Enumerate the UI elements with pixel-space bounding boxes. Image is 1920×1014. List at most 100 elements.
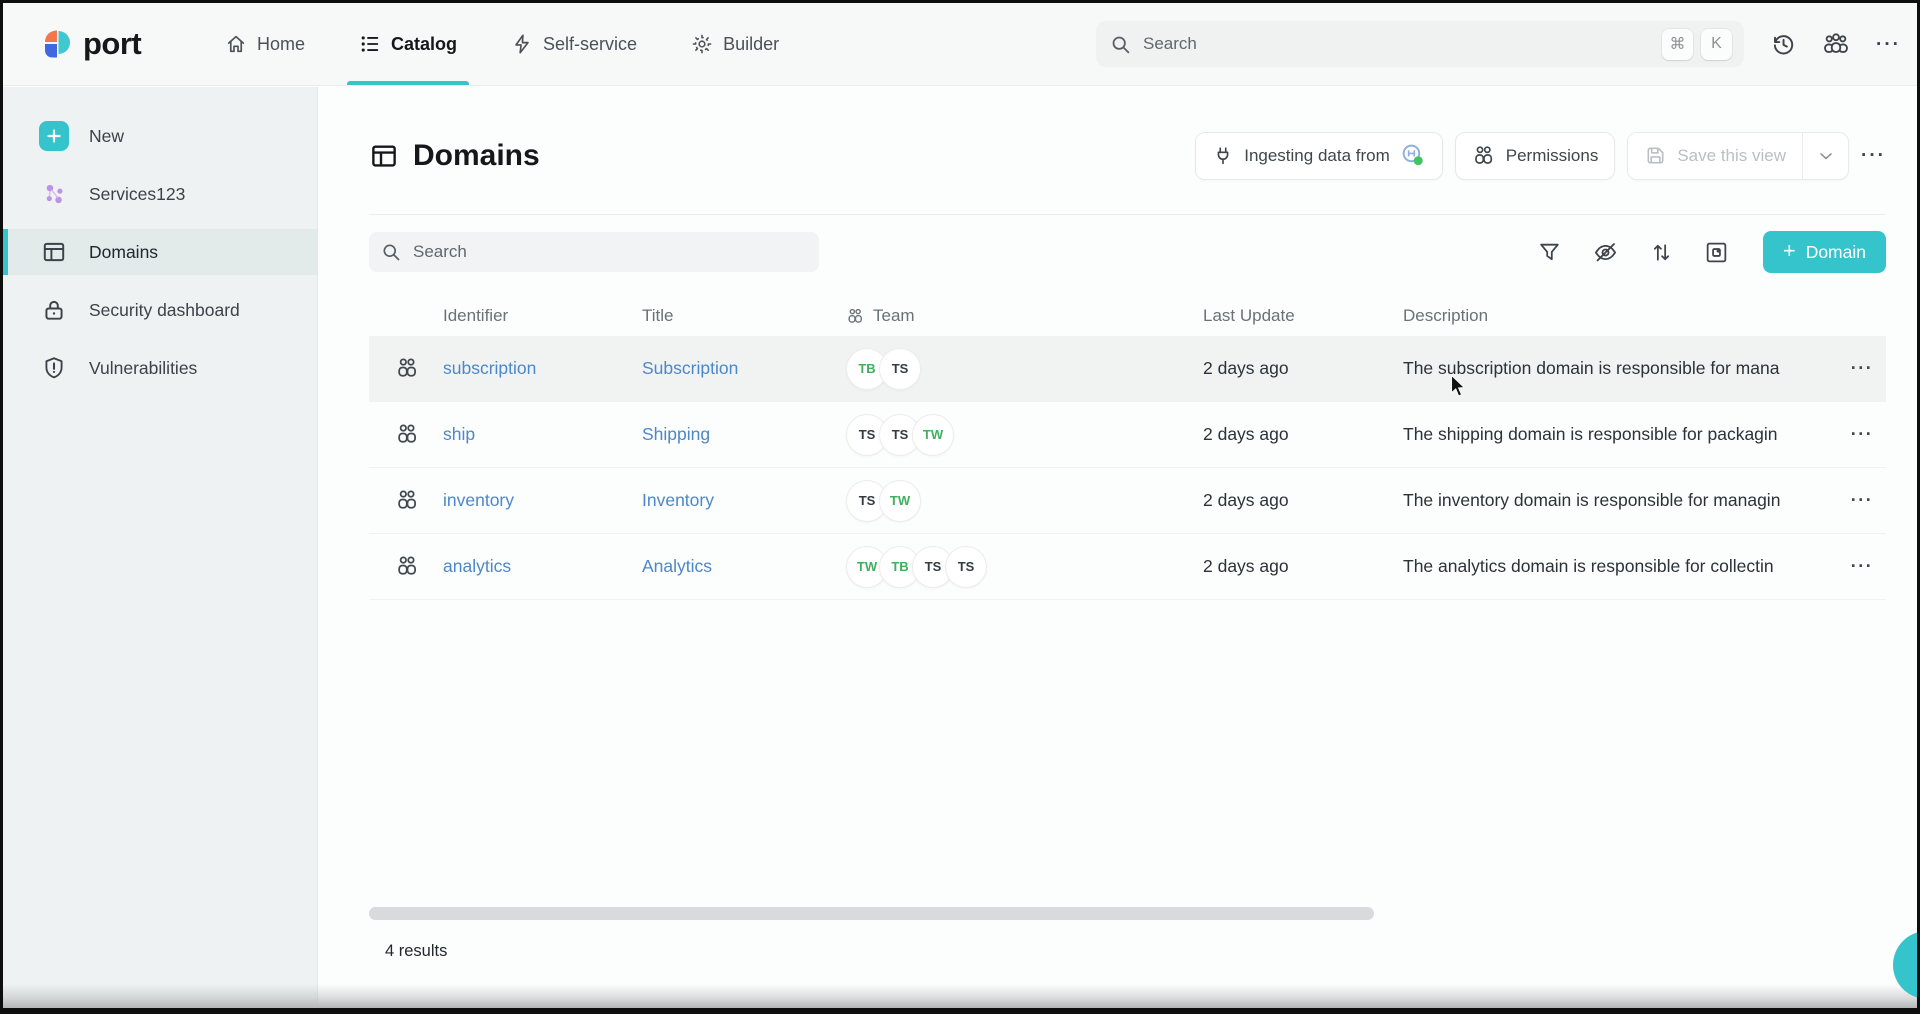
team-icon	[1822, 30, 1850, 58]
cmd-key: ⌘	[1662, 29, 1693, 60]
home-icon	[225, 33, 247, 55]
sidebar-item-label: Domains	[89, 242, 158, 263]
sidebar-item-security-dashboard[interactable]: Security dashboard	[3, 287, 317, 333]
users-icon	[846, 307, 865, 326]
team-avatars: TB TS	[846, 348, 1203, 390]
global-search-input[interactable]	[1141, 33, 1652, 55]
save-view-label: Save this view	[1677, 146, 1786, 166]
column-last-update[interactable]: Last Update	[1203, 306, 1403, 326]
global-search[interactable]: ⌘ K	[1096, 21, 1744, 67]
ingesting-data-label: Ingesting data from	[1244, 146, 1390, 166]
identifier-link[interactable]: ship	[443, 424, 642, 445]
table-row[interactable]: analytics Analytics TW TB TS TS 2 days a…	[369, 534, 1886, 600]
save-icon	[1644, 144, 1667, 167]
column-team[interactable]: Team	[846, 306, 1203, 326]
filter-button[interactable]	[1537, 240, 1562, 265]
users-icon	[1472, 144, 1496, 168]
save-view-dropdown[interactable]	[1802, 133, 1848, 179]
table-row[interactable]: ship Shipping TS TS TW 2 days ago The sh…	[369, 402, 1886, 468]
nav-catalog[interactable]: Catalog	[359, 3, 457, 85]
hide-columns-button[interactable]	[1592, 239, 1619, 266]
description-cell: The subscription domain is responsible f…	[1403, 358, 1838, 379]
top-more-button[interactable]: ···	[1876, 35, 1901, 54]
description-cell: The inventory domain is responsible for …	[1403, 490, 1838, 511]
plus-icon	[39, 121, 69, 151]
title-link[interactable]: Shipping	[642, 424, 846, 445]
permissions-button[interactable]: Permissions	[1455, 132, 1616, 180]
port-logo-text: port	[83, 26, 141, 62]
title-link[interactable]: Analytics	[642, 556, 846, 577]
team-chip: TS	[945, 546, 987, 588]
k-key: K	[1701, 29, 1732, 60]
title-link[interactable]: Subscription	[642, 358, 846, 379]
table-row[interactable]: subscription Subscription TB TS 2 days a…	[369, 336, 1886, 402]
row-more-button[interactable]: ···	[1851, 556, 1873, 577]
row-more-button[interactable]: ···	[1851, 424, 1873, 445]
sidebar-item-vulnerabilities[interactable]: Vulnerabilities	[3, 345, 317, 391]
group-by-icon	[1704, 240, 1729, 265]
last-update-cell: 2 days ago	[1203, 424, 1403, 445]
sidebar-item-services123[interactable]: Services123	[3, 171, 317, 217]
column-identifier[interactable]: Identifier	[443, 306, 642, 326]
identifier-link[interactable]: subscription	[443, 358, 642, 379]
table-header: Identifier Title Team Last Update Descri…	[369, 296, 1886, 336]
services-cluster-icon	[39, 181, 69, 208]
sidebar: New Services123 Domains	[3, 87, 318, 1008]
last-update-cell: 2 days ago	[1203, 556, 1403, 577]
port-logo-icon	[43, 28, 73, 60]
page-more-button[interactable]: ···	[1861, 146, 1886, 165]
eye-off-icon	[1592, 239, 1619, 266]
top-navigation: Home Catalog Self-service	[225, 3, 779, 85]
title-link[interactable]: Inventory	[642, 490, 846, 511]
catalog-icon	[359, 33, 381, 55]
nav-builder[interactable]: Builder	[691, 3, 779, 85]
port-logo[interactable]: port	[43, 26, 141, 62]
page-title: Domains	[369, 139, 540, 173]
column-title[interactable]: Title	[642, 306, 846, 326]
table-icon	[39, 239, 69, 265]
results-count: 4 results	[385, 942, 447, 961]
row-more-button[interactable]: ···	[1851, 490, 1873, 511]
nav-home[interactable]: Home	[225, 3, 305, 85]
table-search[interactable]	[369, 232, 819, 272]
team-chip: TW	[912, 414, 954, 456]
sidebar-item-label: Vulnerabilities	[89, 358, 197, 379]
history-button[interactable]	[1770, 31, 1796, 57]
horizontal-scrollbar[interactable]	[369, 907, 1374, 920]
table-row[interactable]: inventory Inventory TS TW 2 days ago The…	[369, 468, 1886, 534]
main-content: Domains Ingesting data from	[318, 87, 1917, 1008]
add-domain-button[interactable]: + Domain	[1763, 231, 1886, 273]
identifier-link[interactable]: inventory	[443, 490, 642, 511]
nav-home-label: Home	[257, 34, 305, 55]
sort-button[interactable]	[1649, 240, 1674, 265]
nav-self-service-label: Self-service	[543, 34, 637, 55]
gear-icon	[691, 33, 713, 55]
save-view-button[interactable]: Save this view	[1628, 133, 1802, 179]
nav-self-service[interactable]: Self-service	[511, 3, 637, 85]
column-description[interactable]: Description	[1403, 306, 1838, 326]
team-chip: TW	[879, 480, 921, 522]
lightning-icon	[511, 33, 533, 55]
page-header: Domains Ingesting data from	[369, 87, 1886, 215]
organization-button[interactable]	[1822, 30, 1850, 58]
row-more-button[interactable]: ···	[1851, 358, 1873, 379]
filter-icon	[1537, 240, 1562, 265]
sidebar-item-label: Services123	[89, 184, 185, 205]
description-cell: The analytics domain is responsible for …	[1403, 556, 1838, 577]
sidebar-item-new[interactable]: New	[3, 113, 317, 159]
app-window: port Home Catalog	[0, 0, 1920, 1014]
sidebar-item-domains[interactable]: Domains	[3, 229, 317, 275]
table-search-input[interactable]	[411, 241, 807, 263]
team-avatars: TS TW	[846, 480, 1203, 522]
ingesting-data-button[interactable]: Ingesting data from	[1195, 132, 1443, 180]
sort-arrows-icon	[1649, 240, 1674, 265]
identifier-link[interactable]: analytics	[443, 556, 642, 577]
save-view-split-button: Save this view	[1627, 132, 1849, 180]
search-icon	[381, 242, 401, 262]
sidebar-item-label: Security dashboard	[89, 300, 240, 321]
top-bar: port Home Catalog	[3, 3, 1917, 86]
nav-catalog-label: Catalog	[391, 34, 457, 55]
group-by-button[interactable]	[1704, 240, 1729, 265]
nav-builder-label: Builder	[723, 34, 779, 55]
plus-icon: +	[1783, 240, 1796, 262]
